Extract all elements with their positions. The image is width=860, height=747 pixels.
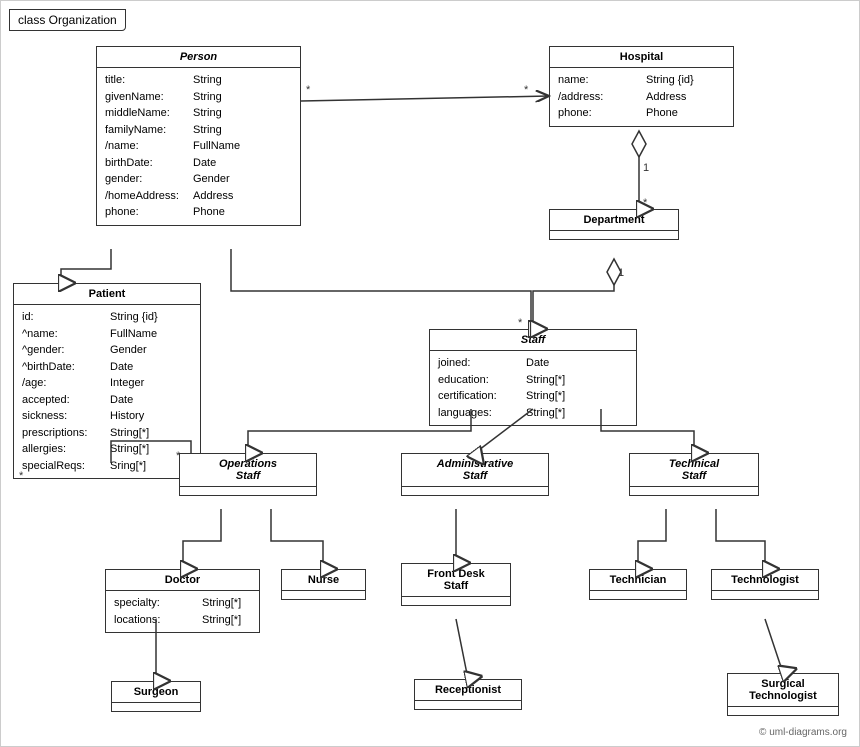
- class-doctor-header: Doctor: [106, 570, 259, 591]
- copyright-text: © uml-diagrams.org: [759, 727, 847, 738]
- class-person-body: title:String givenName:String middleName…: [97, 68, 300, 225]
- class-receptionist: Receptionist: [414, 679, 522, 710]
- svg-text:*: *: [306, 84, 311, 96]
- class-staff-header: Staff: [430, 330, 636, 351]
- diagram-title: class Organization: [9, 9, 126, 31]
- class-person-header: Person: [97, 47, 300, 68]
- class-surgical-technologist-body: [728, 707, 838, 715]
- svg-text:1: 1: [643, 162, 649, 174]
- svg-text:1: 1: [618, 267, 624, 279]
- class-doctor-body: specialty:String[*] locations:String[*]: [106, 591, 259, 632]
- svg-text:*: *: [524, 84, 529, 96]
- class-receptionist-body: [415, 701, 521, 709]
- class-technical-staff-body: [630, 487, 758, 495]
- class-technical-staff-header: TechnicalStaff: [630, 454, 758, 487]
- class-technician: Technician: [589, 569, 687, 600]
- class-operations-staff: OperationsStaff: [179, 453, 317, 496]
- class-front-desk-staff: Front DeskStaff: [401, 563, 511, 606]
- class-technician-header: Technician: [590, 570, 686, 591]
- class-receptionist-header: Receptionist: [415, 680, 521, 701]
- svg-text:*: *: [643, 197, 648, 209]
- class-front-desk-staff-header: Front DeskStaff: [402, 564, 510, 597]
- class-technical-staff: TechnicalStaff: [629, 453, 759, 496]
- class-technologist-body: [712, 591, 818, 599]
- class-technologist-header: Technologist: [712, 570, 818, 591]
- class-patient: Patient id:String {id} ^name:FullName ^g…: [13, 283, 201, 479]
- class-operations-staff-header: OperationsStaff: [180, 454, 316, 487]
- class-surgical-technologist-header: SurgicalTechnologist: [728, 674, 838, 707]
- class-patient-header: Patient: [14, 284, 200, 305]
- class-surgical-technologist: SurgicalTechnologist: [727, 673, 839, 716]
- class-nurse: Nurse: [281, 569, 366, 600]
- class-administrative-staff: AdministrativeStaff: [401, 453, 549, 496]
- class-operations-staff-body: [180, 487, 316, 495]
- class-nurse-header: Nurse: [282, 570, 365, 591]
- class-staff: Staff joined:Date education:String[*] ce…: [429, 329, 637, 426]
- class-administrative-staff-header: AdministrativeStaff: [402, 454, 548, 487]
- class-department-body: [550, 231, 678, 239]
- class-department-header: Department: [550, 210, 678, 231]
- class-hospital-body: name:String {id} /address:Address phone:…: [550, 68, 733, 126]
- class-nurse-body: [282, 591, 365, 599]
- class-person: Person title:String givenName:String mid…: [96, 46, 301, 226]
- class-doctor: Doctor specialty:String[*] locations:Str…: [105, 569, 260, 633]
- class-front-desk-staff-body: [402, 597, 510, 605]
- class-patient-body: id:String {id} ^name:FullName ^gender:Ge…: [14, 305, 200, 478]
- class-hospital: Hospital name:String {id} /address:Addre…: [549, 46, 734, 127]
- diagram-container: class Organization Person title:String g…: [0, 0, 860, 747]
- svg-text:*: *: [518, 317, 523, 329]
- class-department: Department: [549, 209, 679, 240]
- class-staff-body: joined:Date education:String[*] certific…: [430, 351, 636, 425]
- class-technician-body: [590, 591, 686, 599]
- class-surgeon-header: Surgeon: [112, 682, 200, 703]
- class-surgeon: Surgeon: [111, 681, 201, 712]
- class-surgeon-body: [112, 703, 200, 711]
- class-administrative-staff-body: [402, 487, 548, 495]
- class-hospital-header: Hospital: [550, 47, 733, 68]
- class-technologist: Technologist: [711, 569, 819, 600]
